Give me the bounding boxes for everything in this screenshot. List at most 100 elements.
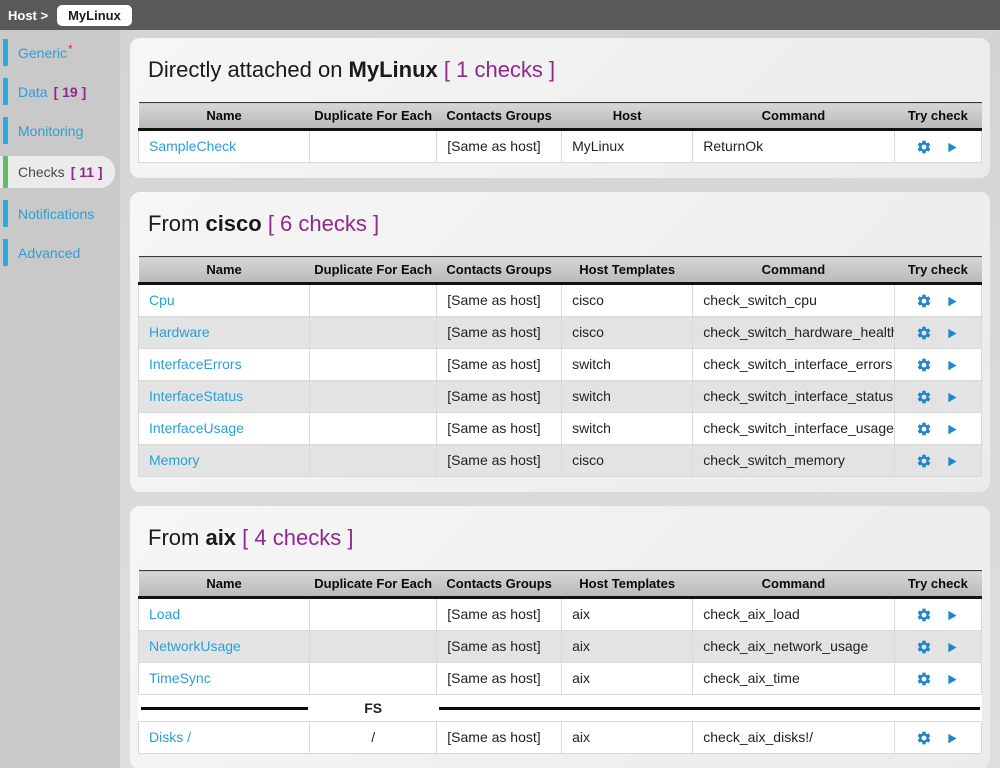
- column-header: Duplicate For Each: [310, 571, 437, 598]
- duplicate-for-each-cell: [310, 598, 437, 631]
- host-cell: aix: [562, 598, 693, 631]
- play-icon: [944, 422, 959, 437]
- sidebar-item-data[interactable]: Data [ 19 ]: [0, 78, 120, 105]
- item-accent-bar: [3, 239, 8, 266]
- name-cell: Cpu: [139, 284, 310, 317]
- check-row: InterfaceErrors[Same as host]switchcheck…: [139, 349, 982, 381]
- column-header: Try check: [894, 257, 981, 284]
- configure-check-button[interactable]: [916, 639, 932, 655]
- duplicate-separator-row: FS: [139, 695, 982, 722]
- separator-line: [141, 707, 308, 710]
- gear-icon: [916, 357, 932, 373]
- check-name-link[interactable]: NetworkUsage: [149, 638, 241, 654]
- configure-check-button[interactable]: [916, 389, 932, 405]
- try-check-cell: [894, 130, 981, 163]
- column-header: Host Templates: [562, 571, 693, 598]
- contacts-groups-cell: [Same as host]: [437, 413, 562, 445]
- contacts-groups-cell: [Same as host]: [437, 598, 562, 631]
- play-icon: [944, 358, 959, 373]
- section-title-source: cisco: [205, 211, 261, 236]
- command-cell: check_aix_network_usage: [693, 631, 894, 663]
- run-check-button[interactable]: [944, 140, 959, 155]
- contacts-groups-cell: [Same as host]: [437, 663, 562, 695]
- run-check-button[interactable]: [944, 731, 959, 746]
- try-check-cell: [894, 284, 981, 317]
- duplicate-for-each-cell: [310, 349, 437, 381]
- configure-check-button[interactable]: [916, 421, 932, 437]
- check-name-link[interactable]: Hardware: [149, 324, 210, 340]
- play-icon: [944, 608, 959, 623]
- gear-icon: [916, 389, 932, 405]
- contacts-groups-cell: [Same as host]: [437, 284, 562, 317]
- sidebar-item-label: Checks: [18, 164, 65, 180]
- sidebar-item-checks[interactable]: Checks [ 11 ]: [0, 156, 115, 188]
- run-check-button[interactable]: [944, 294, 959, 309]
- table-header-row: NameDuplicate For EachContacts GroupsHos…: [139, 103, 982, 130]
- configure-check-button[interactable]: [916, 139, 932, 155]
- try-check-cell: [894, 317, 981, 349]
- run-check-button[interactable]: [944, 390, 959, 405]
- configure-check-button[interactable]: [916, 453, 932, 469]
- sidebar-item-monitoring[interactable]: Monitoring: [0, 117, 120, 144]
- sidebar-item-advanced[interactable]: Advanced: [0, 239, 120, 266]
- command-cell: check_aix_load: [693, 598, 894, 631]
- host-cell: MyLinux: [562, 130, 693, 163]
- check-name-link[interactable]: SampleCheck: [149, 138, 236, 154]
- name-cell: SampleCheck: [139, 130, 310, 163]
- play-icon: [944, 390, 959, 405]
- run-check-button[interactable]: [944, 608, 959, 623]
- sidebar-item-generic[interactable]: Generic *: [0, 39, 120, 66]
- run-check-button[interactable]: [944, 640, 959, 655]
- gear-icon: [916, 607, 932, 623]
- column-header: Contacts Groups: [437, 257, 562, 284]
- check-name-link[interactable]: Load: [149, 606, 180, 622]
- check-name-link[interactable]: InterfaceStatus: [149, 388, 243, 404]
- run-check-button[interactable]: [944, 326, 959, 341]
- try-check-cell: [894, 445, 981, 477]
- configure-check-button[interactable]: [916, 325, 932, 341]
- try-check-cell: [894, 413, 981, 445]
- sidebar-item-notifications[interactable]: Notifications: [0, 200, 120, 227]
- run-check-button[interactable]: [944, 422, 959, 437]
- check-name-link[interactable]: Memory: [149, 452, 200, 468]
- host-cell: switch: [562, 349, 693, 381]
- column-header: Contacts Groups: [437, 103, 562, 130]
- configure-check-button[interactable]: [916, 293, 932, 309]
- play-icon: [944, 326, 959, 341]
- gear-icon: [916, 671, 932, 687]
- configure-check-button[interactable]: [916, 730, 932, 746]
- check-name-link[interactable]: Cpu: [149, 292, 175, 308]
- check-name-link[interactable]: TimeSync: [149, 670, 211, 686]
- check-name-link[interactable]: InterfaceUsage: [149, 420, 244, 436]
- configure-check-button[interactable]: [916, 671, 932, 687]
- item-accent-bar: [3, 39, 8, 66]
- section-title-source: MyLinux: [349, 57, 438, 82]
- sidebar-item-label: Generic: [18, 45, 67, 61]
- play-icon: [944, 454, 959, 469]
- try-check-cell: [894, 722, 981, 754]
- separator-line-cell: [139, 695, 310, 722]
- checks-table: NameDuplicate For EachContacts GroupsHos…: [138, 256, 982, 477]
- column-header: Command: [693, 103, 894, 130]
- check-row: Cpu[Same as host]ciscocheck_switch_cpu: [139, 284, 982, 317]
- configure-check-button[interactable]: [916, 357, 932, 373]
- table-header-row: NameDuplicate For EachContacts GroupsHos…: [139, 257, 982, 284]
- sidebar-item-label: Advanced: [18, 245, 80, 261]
- run-check-button[interactable]: [944, 454, 959, 469]
- name-cell: Disks /: [139, 722, 310, 754]
- section-title-prefix: From: [148, 525, 205, 550]
- run-check-button[interactable]: [944, 672, 959, 687]
- run-check-button[interactable]: [944, 358, 959, 373]
- name-cell: NetworkUsage: [139, 631, 310, 663]
- duplicate-for-each-cell: [310, 445, 437, 477]
- section-check-count: [ 6 checks ]: [262, 211, 379, 236]
- sidebar-item-label: Monitoring: [18, 123, 83, 139]
- host-tab[interactable]: MyLinux: [57, 5, 132, 26]
- item-accent-bar: [3, 78, 8, 105]
- command-cell: ReturnOk: [693, 130, 894, 163]
- check-name-link[interactable]: InterfaceErrors: [149, 356, 242, 372]
- check-name-link[interactable]: Disks /: [149, 729, 191, 745]
- separator-line: [439, 707, 980, 710]
- configure-check-button[interactable]: [916, 607, 932, 623]
- column-header: Host Templates: [562, 257, 693, 284]
